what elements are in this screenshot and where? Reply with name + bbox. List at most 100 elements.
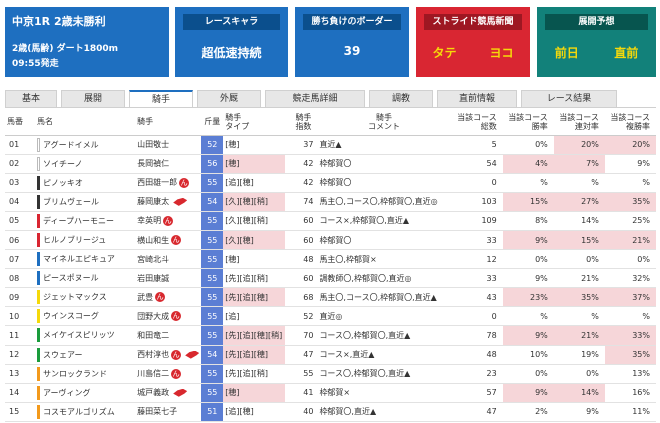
stride-tate-link[interactable]: タテ [432,44,456,61]
header-runs: 当該コース 総数 [450,109,503,136]
course-show-rate: 21% [604,230,656,251]
stride-card: ストライド競馬新聞 タテ ヨコ [416,7,530,77]
course-show-rate: 11% [604,402,656,422]
tab-3[interactable]: 外厩 [197,90,261,108]
horse-name-link[interactable]: マイネルエピキュア [43,255,115,264]
horse-name-link[interactable]: スウェアー [43,350,83,359]
horse-name-link[interactable]: アグードイメル [43,140,99,149]
horse-name-link[interactable]: メイケイスピリッツ [43,331,115,340]
weight: 54 [201,345,224,365]
horse-name-link[interactable]: ウインスコーグ [43,312,99,321]
jockey-name-link[interactable]: 西村淳也 [137,350,169,359]
horse-name-link[interactable]: コスモアルゴリズム [43,407,115,416]
horse-name-link[interactable]: ピノッキオ [43,178,83,187]
jockey-mark-icon: ん [171,349,182,360]
jockey-name-link[interactable]: 長岡禎仁 [137,159,169,168]
course-runs: 33 [450,230,503,251]
jockey-comment: コース〇,枠郁賀〇,直近▲ [317,364,451,384]
table-row[interactable]: 04 ブリムヴェール 藤岡康太 54 [久][穂][稍] 74 馬主〇,コース〇,枠郁賀〇,… [5,192,656,212]
weight: 55 [201,173,224,193]
course-win-rate: 9% [502,268,554,289]
header-place: 当該コース 連対率 [553,109,605,136]
horse-name-link[interactable]: サンロックランド [43,369,107,378]
jockey-name-link[interactable]: 藤岡康太 [137,197,169,206]
table-row[interactable]: 09 ジェットマックス 武豊ん 55 [先][追][穂] 68 馬主〇,コース〇,枠郁賀〇,… [5,287,656,308]
jockey-index: 74 [285,192,318,212]
horse-name-link[interactable]: アーヴィング [43,388,91,397]
tab-6[interactable]: 直前情報 [437,90,517,108]
jockey-index: 68 [285,287,318,308]
prediction-just-before-link[interactable]: 直前 [614,44,638,61]
stride-label: ストライド競馬新聞 [424,14,522,30]
jockey-name-link[interactable]: 団野大成 [137,312,169,321]
course-show-rate: 37% [604,287,656,308]
jockey-index: 48 [285,249,318,270]
horse-name-link[interactable]: ブリムヴェール [43,197,99,206]
course-show-rate: 16% [604,383,656,403]
table-row[interactable]: 05 ディープハーモニー 幸英明ん 55 [久][穂][稍] 60 コース×,枠郁賀〇,直近… [5,211,656,231]
tab-5[interactable]: 調教 [369,90,433,108]
prediction-label: 展開予想 [545,14,648,30]
jockey-name-link[interactable]: 藤田菜七子 [137,407,177,416]
table-row[interactable]: 12 スウェアー 西村淳也ん 54 [先][追][穂] 47 コース×,直近▲ 48 10% 19… [5,345,656,365]
course-place-rate: 14% [553,383,605,403]
stride-yoko-link[interactable]: ヨコ [489,44,513,61]
table-row[interactable]: 10 ウインスコーグ 団野大成ん 55 [追] 52 直近◎ 0%%% [5,306,656,327]
table-header-row: 馬番 馬名 騎手 斤量 騎手 タイプ 騎手 指数 騎手 コメント 当該コース 総数 当該… [5,109,656,136]
table-row[interactable]: 14 アーヴィング 城戸義政 55 [穂] 41 枠郁賀× 57 9% 14% 16% [5,383,656,403]
horse-name-link[interactable]: ピースポヌール [43,274,99,283]
jockey-comment: 調教師〇,枠郁賀〇,直近◎ [317,268,451,289]
jockey-name-link[interactable]: 武豊 [137,293,153,302]
jockey-comment: コース〇,枠郁賀〇,直近▲ [317,325,451,346]
jockey-type: [追][穂] [223,402,286,422]
table-row[interactable]: 15 コスモアルゴリズム 藤田菜七子 51 [追][穂] 40 枠郁賀〇,直近▲ 47 2% 9%… [5,402,656,422]
header-comment: 騎手 コメント [317,109,451,136]
course-win-rate: 9% [502,230,554,251]
weight: 55 [201,249,224,270]
table-row[interactable]: 01 アグードイメル 山田敬士 52 [穂] 37 直近▲ 5 0% 20% 20% [5,135,656,155]
tab-2[interactable]: 騎手 [129,90,193,108]
course-win-rate: 8% [502,211,554,231]
table-row[interactable]: 06 ヒルノブリージュ 横山和生ん 55 [久][穂] 60 枠郁賀〇 33 9% 15% 21% [5,230,656,251]
horse-name-link[interactable]: ヒルノブリージュ [43,236,106,245]
horse-name-link[interactable]: ディープハーモニー [43,216,114,225]
course-place-rate: 35% [553,287,605,308]
table-row[interactable]: 02 ソイチーノ 長岡禎仁 56 [穂] 42 枠郁賀〇 54 4% 7% 9% [5,154,656,174]
course-runs: 0 [450,173,503,193]
jockey-name-link[interactable]: 宮崎北斗 [137,255,169,264]
course-place-rate: 0% [553,364,605,384]
horse-number: 13 [5,364,36,384]
tab-1[interactable]: 展開 [61,90,125,108]
weight: 55 [201,287,224,308]
jockey-name-link[interactable]: 幸英明 [137,216,161,225]
jockey-name-link[interactable]: 和田竜二 [137,331,169,340]
jockey-name-link[interactable]: 横山和生 [137,236,169,245]
horse-number: 05 [5,211,36,231]
table-row[interactable]: 07 マイネルエピキュア 宮崎北斗 55 [穂] 48 馬主〇,枠郁賀× 12 0% 0% 0% [5,249,656,270]
wakuban-color [37,385,41,400]
course-show-rate: 9% [604,154,656,174]
jockey-name-link[interactable]: 岩田康誠 [137,274,169,283]
weight: 56 [201,154,224,174]
jockey-name-link[interactable]: 西田雄一郎 [137,178,177,187]
horse-number: 09 [5,287,36,308]
table-row[interactable]: 11 メイケイスピリッツ 和田竜二 55 [先][追][穂][稍] 70 コース〇,枠郁賀〇… [5,325,656,346]
jockey-name-link[interactable]: 城戸義政 [137,388,169,397]
course-show-rate: % [604,306,656,327]
table-row[interactable]: 13 サンロックランド 川島信二ん 55 [先][追][稍] 55 コース〇,枠郁賀〇,直近… [5,364,656,384]
tab-7[interactable]: レース結果 [521,90,617,108]
wakuban-color [37,271,41,286]
course-win-rate: 0% [502,364,554,384]
jockey-name-link[interactable]: 山田敬士 [137,140,169,149]
horse-number: 11 [5,325,36,346]
tab-0[interactable]: 基本 [5,90,57,108]
table-row[interactable]: 08 ピースポヌール 岩田康誠 55 [先][追][稍] 60 調教師〇,枠郁賀〇,直近◎ 3… [5,268,656,289]
jockey-name-link[interactable]: 川島信二 [137,369,169,378]
table-row[interactable]: 03 ピノッキオ 西田雄一郎ん 55 [追][穂] 42 枠郁賀〇 0%%% [5,173,656,193]
horse-name-link[interactable]: ソイチーノ [43,159,83,168]
jockey-comment: 枠郁賀× [317,383,451,403]
horse-name-link[interactable]: ジェットマックス [43,293,107,302]
prediction-prev-day-link[interactable]: 前日 [555,44,579,61]
tab-4[interactable]: 競走馬詳細 [265,90,365,108]
horse-number: 04 [5,192,36,212]
